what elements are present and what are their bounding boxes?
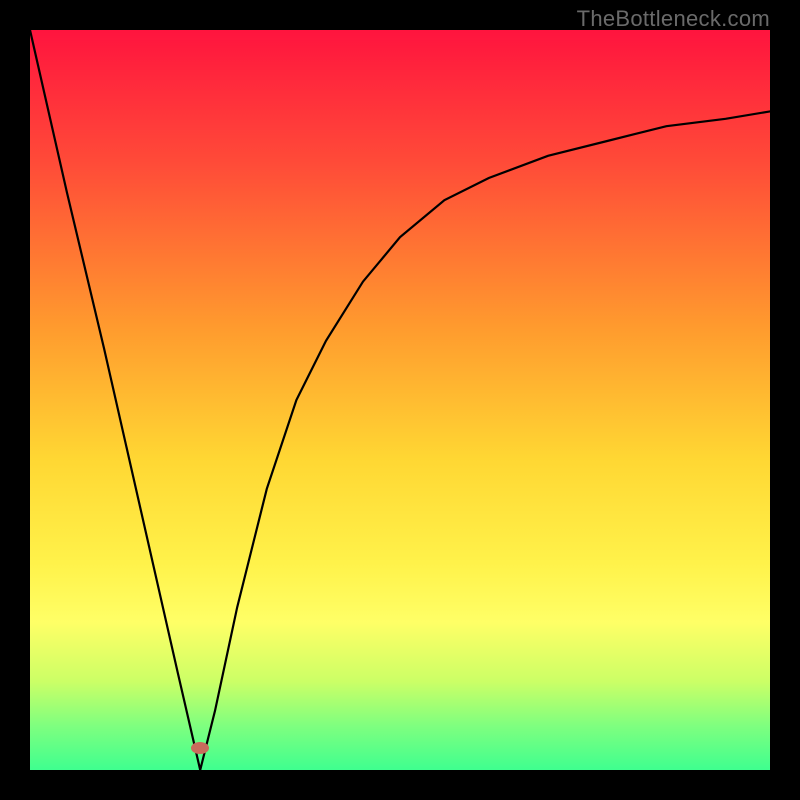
minimum-marker — [191, 742, 209, 754]
watermark-text: TheBottleneck.com — [577, 6, 770, 32]
curve-overlay — [30, 30, 770, 770]
bottleneck-curve — [30, 30, 770, 770]
plot-area — [30, 30, 770, 770]
